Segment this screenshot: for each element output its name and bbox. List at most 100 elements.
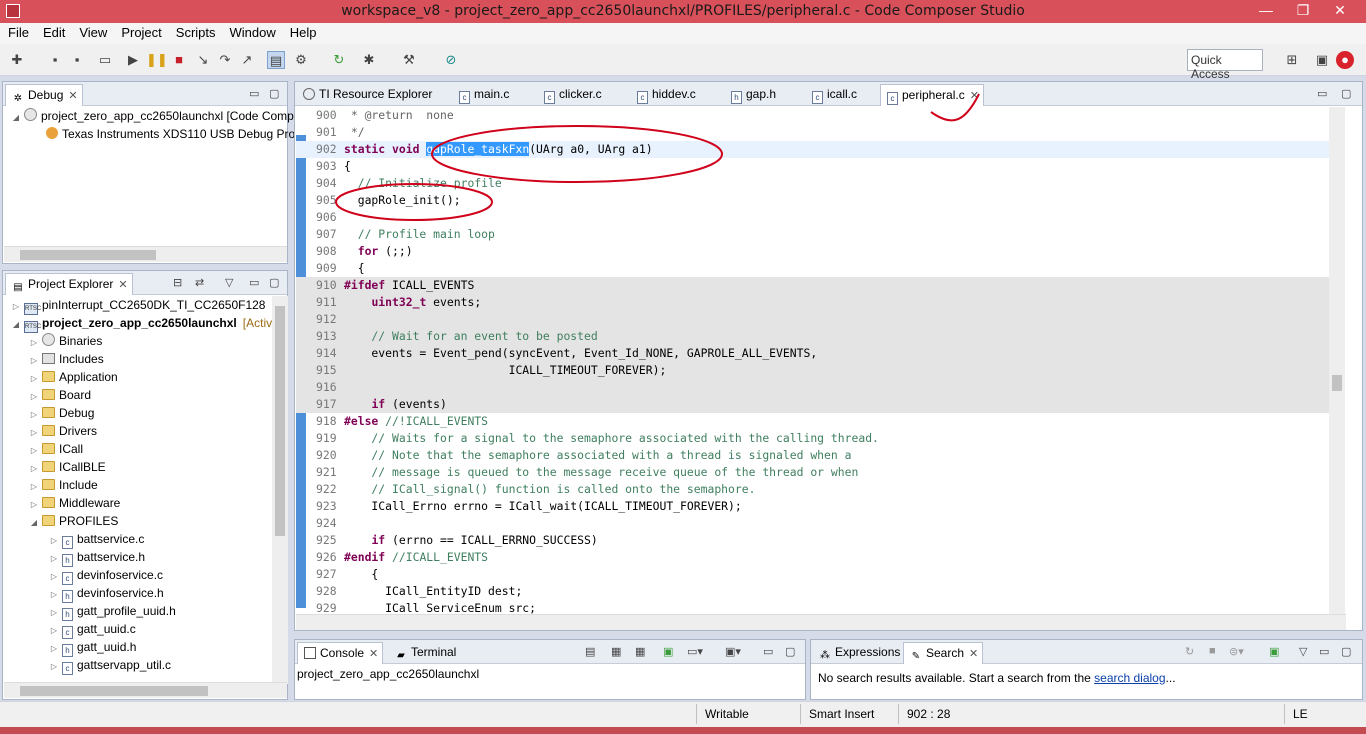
link-icon[interactable]: ⊘ [442,51,460,69]
pin-console-icon[interactable]: ▣ [663,645,673,658]
minimize-icon[interactable]: ▭ [249,276,259,289]
close-icon[interactable]: ✕ [68,90,77,102]
terminate-icon[interactable]: ■ [170,51,188,69]
code-editor[interactable]: 900 * @return none 901 */902 static void g… [296,107,1344,614]
menu-edit[interactable]: Edit [35,23,71,40]
terminal-icon[interactable]: ▭ [96,51,114,69]
close-icon[interactable]: ✕ [969,648,978,660]
step-over-icon[interactable]: ↷ [216,51,234,69]
code-line[interactable]: 900 * @return none [296,107,1344,124]
menu-window[interactable]: Window [222,23,282,40]
project-tree-item[interactable]: ▷ h battservice.h [49,548,145,567]
collapse-arrow-icon[interactable]: ◢ [11,109,21,127]
debug-icon[interactable]: ✱ [360,51,378,69]
tab-gap-h[interactable]: h gap.h [725,84,780,106]
code-line[interactable]: 920 // Note that the semaphore associate… [296,447,1344,464]
project-vscrollbar[interactable] [272,296,288,684]
tab-console[interactable]: Console ✕ [297,642,384,664]
link-with-editor-icon[interactable]: ⇄ [195,276,204,289]
menu-file[interactable]: File [0,23,35,40]
project-tree-item[interactable]: ▷ Middleware [29,494,120,512]
expand-arrow-icon[interactable]: ▷ [49,658,59,676]
project-tree-item[interactable]: ◢ RTSCproject_zero_app_cc2650launchxl [Act… [11,314,272,334]
project-tree-item[interactable]: ▷ Drivers [29,422,97,440]
debug-session-item[interactable]: ◢ project_zero_app_cc2650launchxl [Code C… [11,107,294,125]
project-hscrollbar[interactable] [4,682,287,698]
code-line[interactable]: 904 // Initialize profile [296,175,1344,192]
tab-icall-c[interactable]: c icall.c [806,84,861,106]
code-line[interactable]: 911 uint32_t events; [296,294,1344,311]
new-icon[interactable]: ✚ [8,51,26,69]
code-line[interactable]: 907 // Profile main loop [296,226,1344,243]
tab-clicker-c[interactable]: c clicker.c [538,84,606,106]
code-line[interactable]: 916 [296,379,1344,396]
code-line[interactable]: 918 #else //!ICALL_EVENTS [296,413,1344,430]
project-tree-item[interactable]: ◢ PROFILES [29,512,118,530]
restart-icon[interactable]: ↻ [330,51,348,69]
code-line[interactable]: 919 // Waits for a signal to the semapho… [296,430,1344,447]
project-tree-item[interactable]: ▷ Binaries [29,332,102,350]
maximize-icon[interactable]: ▢ [1341,645,1351,658]
tab-hiddev-c[interactable]: c hiddev.c [631,84,700,106]
save-icon[interactable]: ▪ [46,51,64,69]
code-line[interactable]: 929 ICall_ServiceEnum src; [296,600,1344,614]
editor-vscrollbar[interactable] [1329,107,1345,614]
project-tree-item[interactable]: ▷ ICallBLE [29,458,106,476]
maximize-icon[interactable]: ▢ [1341,87,1351,100]
ccs-debug-perspective-icon[interactable]: ● [1336,51,1354,69]
code-line[interactable]: 909 { [296,260,1344,277]
project-tree-item[interactable]: ▷ RTSCpinInterrupt_CC2650DK_TI_CC2650F128 [11,296,265,315]
editor-hscrollbar[interactable] [296,614,1346,630]
debug-hscrollbar[interactable] [4,246,287,262]
code-line[interactable]: 912 [296,311,1344,328]
open-perspective-icon[interactable]: ⊞ [1283,51,1301,69]
menu-view[interactable]: View [71,23,113,40]
close-icon[interactable]: ✕ [118,279,127,291]
code-line[interactable]: 901 */ [296,124,1344,141]
restore-button[interactable]: ❐ [1285,0,1321,22]
code-line[interactable]: 921 // message is queued to the message … [296,464,1344,481]
quick-access-input[interactable]: Quick Access [1187,49,1263,81]
project-tree-item[interactable]: ▷ c gatt_uuid.c [49,620,136,639]
suspend-icon[interactable]: ❚❚ [146,51,168,69]
close-button[interactable]: ✕ [1322,0,1358,22]
code-line[interactable]: 923 ICall_Errno errno = ICall_wait(ICALL… [296,498,1344,515]
minimize-button[interactable]: — [1248,0,1284,22]
code-line[interactable]: 902 static void gapRole_taskFxn(UArg a0, … [296,141,1344,158]
project-tree-item[interactable]: ▷ c battservice.c [49,530,144,549]
code-line[interactable]: 913 // Wait for an event to be posted [296,328,1344,345]
code-line[interactable]: 914 events = Event_pend(syncEvent, Event… [296,345,1344,362]
close-icon[interactable]: ✕ [970,90,979,102]
project-tree-item[interactable]: ▷ h devinfoservice.h [49,584,164,603]
debug-target-item[interactable]: Texas Instruments XDS110 USB Debug Prol [43,125,298,143]
project-tree-item[interactable]: ▷ Debug [29,404,94,422]
code-line[interactable]: 924 [296,515,1344,532]
clear-console-icon[interactable]: ▤ [585,645,595,658]
tab-project-explorer[interactable]: ▤ Project Explorer ✕ [5,273,133,295]
step-return-icon[interactable]: ↗ [238,51,256,69]
project-tree-item[interactable]: ▷ c devinfoservice.c [49,566,163,585]
tab-peripheral-c[interactable]: c peripheral.c ✕ [880,84,984,106]
tab-terminal[interactable]: ▰ Terminal [389,642,460,664]
open-console-icon[interactable]: ▣▾ [725,645,741,658]
project-tree-item[interactable]: ▷ Application [29,368,118,386]
project-tree-item[interactable]: ▷ Include [29,476,98,494]
code-line[interactable]: 922 // ICall_signal() function is called… [296,481,1344,498]
project-tree-item[interactable]: ▷ c gattservapp_util.c [49,656,171,676]
maximize-icon[interactable]: ▢ [269,276,279,289]
cancel-search-icon[interactable]: ■ [1209,645,1216,657]
instruction-stepping-icon[interactable]: ▤ [267,51,285,69]
collapse-arrow-icon[interactable]: ◢ [29,514,39,532]
refresh-icon[interactable]: ↻ [1185,645,1194,658]
search-dialog-link[interactable]: search dialog [1094,671,1165,685]
build-icon[interactable]: ⚒ [400,51,418,69]
collapse-all-icon[interactable]: ⊟ [173,276,182,289]
code-line[interactable]: 927 { [296,566,1344,583]
view-menu-icon[interactable]: ▽ [1299,645,1307,658]
code-line[interactable]: 910 #ifdef ICALL_EVENTS [296,277,1344,294]
code-line[interactable]: 926 #endif //ICALL_EVENTS [296,549,1344,566]
minimize-icon[interactable]: ▭ [1317,87,1327,100]
collapse-arrow-icon[interactable]: ◢ [11,316,21,334]
tab-debug[interactable]: ✲ Debug ✕ [5,84,83,106]
maximize-icon[interactable]: ▢ [269,87,279,100]
